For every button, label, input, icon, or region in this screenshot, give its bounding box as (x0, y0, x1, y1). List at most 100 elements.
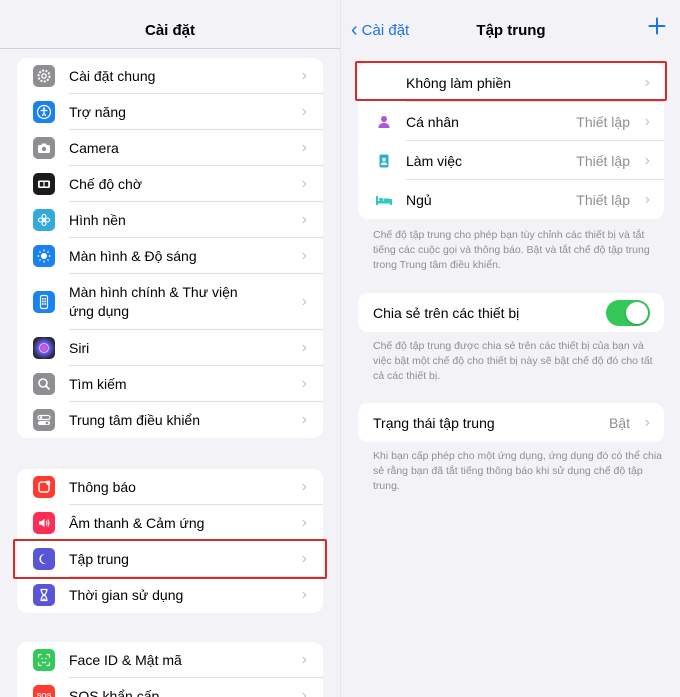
plus-icon (648, 17, 666, 35)
chevron-right-icon: › (644, 73, 650, 91)
focus-mode-label: Không làm phiền (406, 74, 512, 91)
home-screen-icon (33, 291, 55, 313)
chevron-right-icon: › (301, 514, 307, 531)
focus-mode-label: Làm việc (406, 152, 463, 169)
focus-status-row[interactable]: Trạng thái tập trung Bật › (358, 403, 664, 442)
settings-item-label: Cài đặt chung (69, 67, 156, 84)
share-across-devices-label: Chia sẻ trên các thiết bị (373, 304, 520, 321)
gear-icon (33, 65, 55, 87)
settings-item-display-brightness[interactable]: Màn hình & Độ sáng › (17, 238, 323, 274)
settings-item-label: Tập trung (69, 550, 129, 567)
focus-mode-do-not-disturb[interactable]: Không làm phiền › (358, 63, 664, 102)
settings-item-label: Face ID & Mật mã (69, 651, 182, 668)
settings-group-general: Cài đặt chung › Trợ năng › Camera › Chế … (17, 58, 323, 438)
settings-item-face-id[interactable]: Face ID & Mật mã › (17, 642, 323, 678)
share-across-devices-group: Chia sẻ trên các thiết bị (358, 293, 664, 332)
focus-mode-personal[interactable]: Cá nhân Thiết lập › (358, 102, 664, 141)
settings-item-focus[interactable]: Tập trung › (17, 541, 323, 577)
settings-item-label: Hình nền (69, 211, 126, 228)
settings-item-accessibility[interactable]: Trợ năng › (17, 94, 323, 130)
accessibility-icon (33, 101, 55, 123)
chevron-right-icon: › (301, 103, 307, 120)
wallpaper-icon (33, 209, 55, 231)
page-title: Cài đặt (144, 22, 195, 39)
camera-icon (33, 137, 55, 159)
chevron-right-icon: › (301, 550, 307, 567)
settings-item-notifications[interactable]: Thông báo › (17, 469, 323, 505)
settings-item-label: Thời gian sử dụng (69, 586, 184, 603)
nav-divider (0, 48, 340, 49)
settings-item-wallpaper[interactable]: Hình nền › (17, 202, 323, 238)
settings-item-label: Màn hình chính & Thư viện ứng dụng (69, 284, 238, 319)
chevron-right-icon: › (644, 151, 650, 169)
sos-icon: SOS (33, 685, 55, 697)
settings-item-camera[interactable]: Camera › (17, 130, 323, 166)
moon-icon (33, 548, 55, 570)
notification-icon (33, 476, 55, 498)
settings-item-home-screen[interactable]: Màn hình chính & Thư viện ứng dụng › (17, 274, 323, 330)
settings-item-siri[interactable]: Siri › (17, 330, 323, 366)
chevron-right-icon: › (301, 211, 307, 228)
chevron-right-icon: › (301, 339, 307, 356)
settings-pane: Cài đặt Cài đặt chung › Trợ năng › Camer… (0, 0, 340, 697)
focus-mode-value: Thiết lập (576, 191, 630, 208)
focus-status-label: Trạng thái tập trung (373, 414, 495, 431)
siri-icon (33, 337, 55, 359)
chevron-right-icon: › (644, 413, 650, 431)
settings-group-notifications: Thông báo › Âm thanh & Cảm ứng › Tập tru… (17, 469, 323, 613)
focus-mode-sleep[interactable]: Ngủ Thiết lập › (358, 180, 664, 219)
chevron-right-icon: › (301, 651, 307, 668)
search-icon (33, 373, 55, 395)
person-icon (373, 114, 395, 130)
focus-status-value: Bật (608, 414, 630, 431)
chevron-right-icon: › (301, 478, 307, 495)
settings-item-label: Tìm kiếm (69, 375, 127, 392)
focus-mode-label: Cá nhân (406, 113, 459, 130)
settings-item-search[interactable]: Tìm kiếm › (17, 366, 323, 402)
focus-mode-label: Ngủ (406, 191, 432, 208)
work-badge-icon (373, 153, 395, 169)
settings-item-label: Trung tâm điều khiển (69, 411, 200, 428)
focus-status-footer: Khi bạn cấp phép cho một ứng dụng, ứng d… (373, 450, 663, 492)
share-across-devices-row: Chia sẻ trên các thiết bị (358, 293, 664, 332)
settings-item-label: Chế độ chờ (69, 175, 143, 192)
brightness-icon (33, 245, 55, 267)
settings-group-security: Face ID & Mật mã › SOS SOS khẩn cấp › (17, 642, 323, 697)
sound-icon (33, 512, 55, 534)
chevron-right-icon: › (301, 687, 307, 697)
settings-item-sounds[interactable]: Âm thanh & Cảm ứng › (17, 505, 323, 541)
bed-icon (373, 192, 395, 208)
chevron-right-icon: › (301, 247, 307, 264)
focus-modes-list: Không làm phiền › Cá nhân Thiết lập › Là… (358, 63, 664, 219)
settings-item-screen-time[interactable]: Thời gian sử dụng › (17, 577, 323, 613)
chevron-right-icon: › (301, 175, 307, 192)
standby-icon (33, 173, 55, 195)
settings-item-label: Camera (69, 139, 119, 156)
chevron-right-icon: › (644, 190, 650, 208)
page-title: Tập trung (476, 22, 546, 39)
share-across-devices-toggle[interactable] (606, 299, 650, 326)
chevron-right-icon: › (301, 586, 307, 603)
toggle-knob (626, 301, 648, 324)
settings-item-sos[interactable]: SOS SOS khẩn cấp › (17, 678, 323, 697)
settings-item-label: Trợ năng (69, 103, 126, 120)
hourglass-icon (33, 584, 55, 606)
chevron-right-icon: › (644, 112, 650, 130)
add-focus-button[interactable] (648, 16, 666, 40)
settings-item-standby[interactable]: Chế độ chờ › (17, 166, 323, 202)
share-footer: Chế độ tập trung được chia sẻ trên các t… (373, 340, 653, 382)
focus-pane: ‹ Cài đặt Tập trung Không làm phiền › Cá… (340, 0, 680, 697)
settings-item-label: Âm thanh & Cảm ứng (69, 514, 205, 531)
control-center-icon (33, 409, 55, 431)
settings-item-label: Thông báo (69, 478, 136, 495)
focus-mode-value: Thiết lập (576, 152, 630, 169)
settings-item-label: Siri (69, 339, 90, 356)
settings-item-control-center[interactable]: Trung tâm điều khiển › (17, 402, 323, 438)
settings-item-general[interactable]: Cài đặt chung › (17, 58, 323, 94)
focus-status-group: Trạng thái tập trung Bật › (358, 403, 664, 442)
focus-mode-value: Thiết lập (576, 113, 630, 130)
focus-mode-work[interactable]: Làm việc Thiết lập › (358, 141, 664, 180)
chevron-right-icon: › (301, 139, 307, 156)
settings-item-label: SOS khẩn cấp (69, 687, 160, 697)
chevron-right-icon: › (301, 375, 307, 392)
